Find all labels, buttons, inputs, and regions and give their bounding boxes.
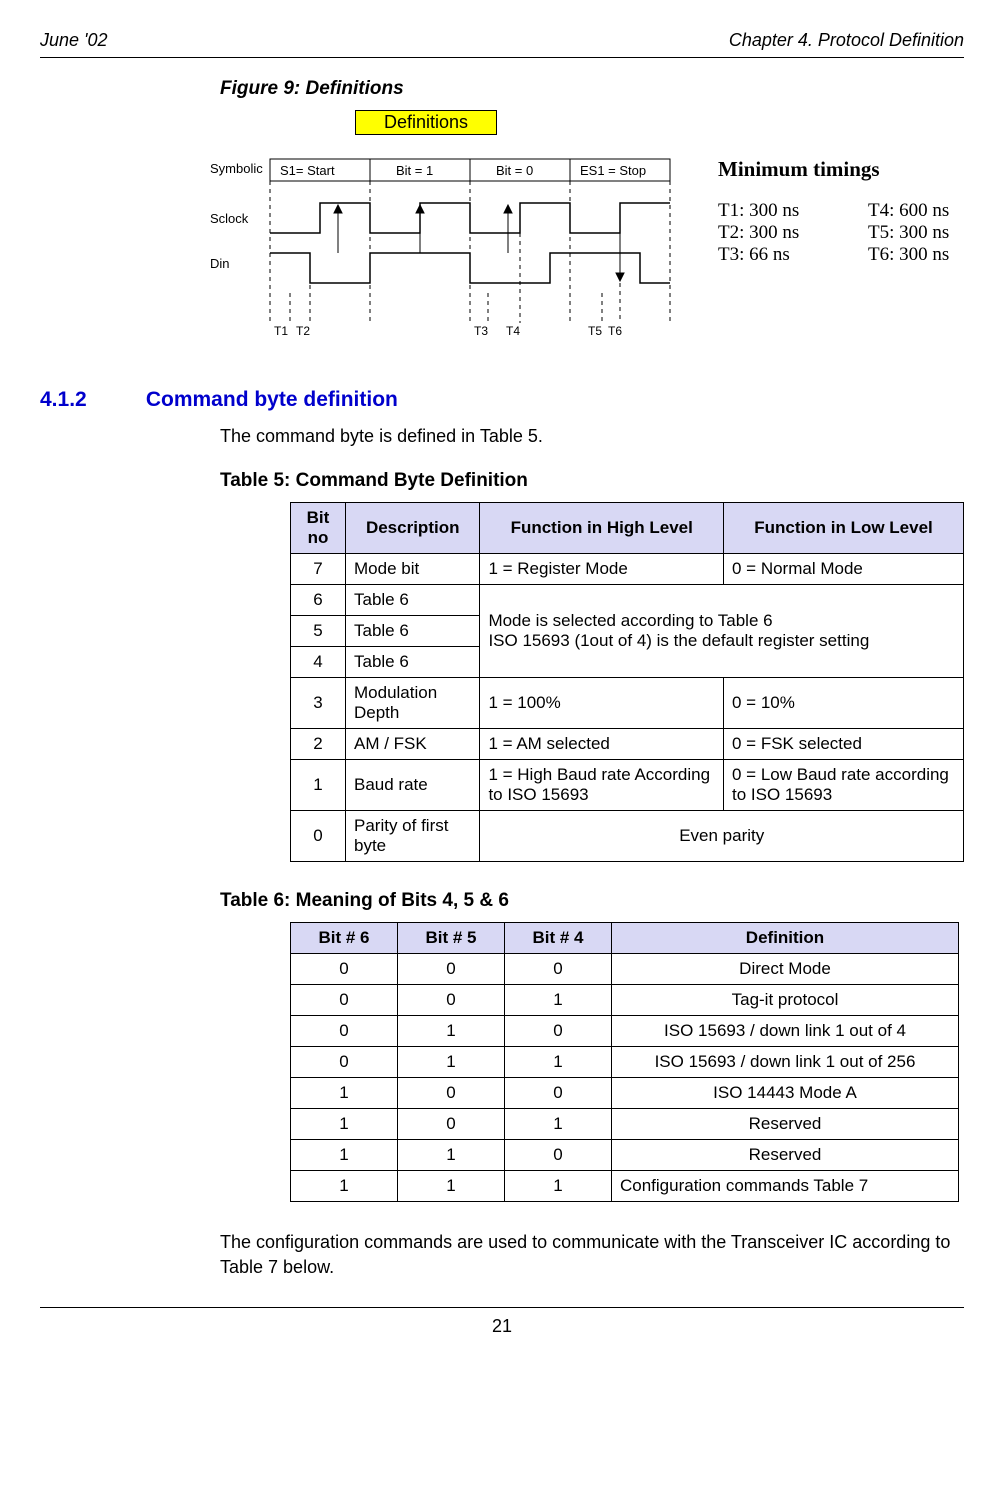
th-high: Function in High Level [480, 503, 724, 554]
table-row: 011ISO 15693 / down link 1 out of 256 [291, 1047, 959, 1078]
table-row: 6 Table 6 Mode is selected according to … [291, 585, 964, 616]
timing-t3: T3: 66 ns [718, 244, 868, 266]
table-row: 3 Modulation Depth 1 = 100% 0 = 10% [291, 678, 964, 729]
table5-caption: Table 5: Command Byte Definition [220, 470, 964, 492]
table-row: 110Reserved [291, 1140, 959, 1171]
figure-caption: Figure 9: Definitions [220, 78, 964, 100]
header-rule [40, 57, 964, 58]
timing-t5: T5: 300 ns [868, 222, 949, 244]
table-header-row: Bit no Description Function in High Leve… [291, 503, 964, 554]
label-s1-start: S1= Start [280, 163, 335, 178]
mode-note-cell: Mode is selected according to Table 6 IS… [480, 585, 964, 678]
label-bit0: Bit = 0 [496, 163, 533, 178]
page: June '02 Chapter 4. Protocol Definition … [0, 0, 1004, 1506]
table-row: 000Direct Mode [291, 954, 959, 985]
timing-t6: T6: 300 ns [868, 244, 949, 266]
table-6: Bit # 6 Bit # 5 Bit # 4 Definition 000Di… [290, 922, 959, 1202]
label-t4: T4 [506, 324, 520, 338]
label-es1-stop: ES1 = Stop [580, 163, 646, 178]
timings-title: Minimum timings [718, 157, 949, 182]
th-bitno: Bit no [291, 503, 346, 554]
label-t6: T6 [608, 324, 622, 338]
timing-t2: T2: 300 ns [718, 222, 868, 244]
label-din: Din [210, 256, 230, 271]
section-heading: 4.1.2 Command byte definition [40, 388, 964, 412]
label-t5: T5 [588, 324, 602, 338]
table-row: 001Tag-it protocol [291, 985, 959, 1016]
label-t1: T1 [274, 324, 288, 338]
label-bit1: Bit = 1 [396, 163, 433, 178]
timing-t4: T4: 600 ns [868, 200, 949, 222]
section-title: Command byte definition [146, 388, 398, 411]
figure-9: Definitions Symbolic S1= Start Bit = 1 B… [210, 110, 964, 358]
table-5: Bit no Description Function in High Leve… [290, 502, 964, 862]
timing-t1: T1: 300 ns [718, 200, 868, 222]
page-number: 21 [40, 1316, 964, 1337]
table-row: 0 Parity of first byte Even parity [291, 811, 964, 862]
timing-diagram: Symbolic S1= Start Bit = 1 Bit = 0 ES1 =… [210, 153, 690, 353]
minimum-timings: Minimum timings T1: 300 ns T4: 600 ns T2… [718, 153, 949, 266]
header-date: June '02 [40, 30, 108, 51]
table-row: 7 Mode bit 1 = Register Mode 0 = Normal … [291, 554, 964, 585]
table-row: 1 Baud rate 1 = High Baud rate According… [291, 760, 964, 811]
label-symbolic: Symbolic [210, 161, 263, 176]
table-row: 100ISO 14443 Mode A [291, 1078, 959, 1109]
section-number: 4.1.2 [40, 388, 140, 412]
section-intro: The command byte is defined in Table 5. [220, 424, 964, 448]
th-desc: Description [346, 503, 480, 554]
footer-rule [40, 1307, 964, 1308]
th-low: Function in Low Level [724, 503, 964, 554]
label-t2: T2 [296, 324, 310, 338]
header-chapter: Chapter 4. Protocol Definition [729, 30, 964, 51]
label-t3: T3 [474, 324, 488, 338]
table-row: 010ISO 15693 / down link 1 out of 4 [291, 1016, 959, 1047]
table-row: 2 AM / FSK 1 = AM selected 0 = FSK selec… [291, 729, 964, 760]
closing-text: The configuration commands are used to c… [220, 1230, 964, 1279]
label-sclock: Sclock [210, 211, 249, 226]
page-header: June '02 Chapter 4. Protocol Definition [40, 30, 964, 51]
table-header-row: Bit # 6 Bit # 5 Bit # 4 Definition [291, 923, 959, 954]
table-row: 101Reserved [291, 1109, 959, 1140]
table6-caption: Table 6: Meaning of Bits 4, 5 & 6 [220, 890, 964, 912]
definitions-box: Definitions [355, 110, 497, 135]
table-row: 111Configuration commands Table 7 [291, 1171, 959, 1202]
